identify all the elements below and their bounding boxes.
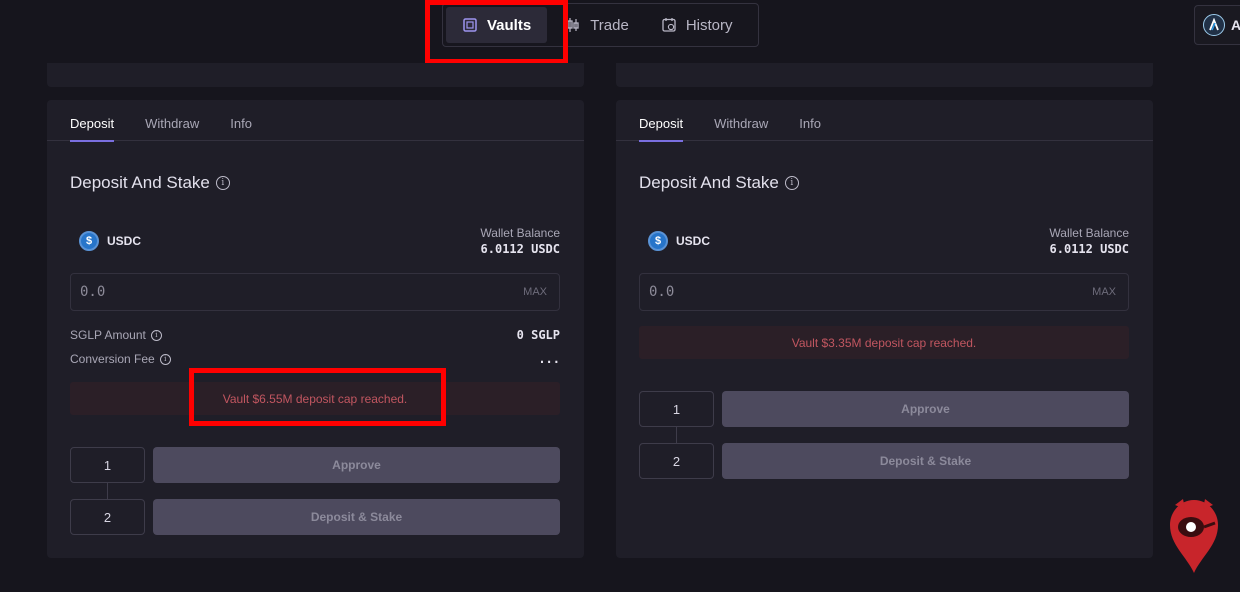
panel-title: Deposit And Stake i	[70, 173, 230, 193]
max-button[interactable]: MAX	[1092, 286, 1116, 298]
wallet-button[interactable]: A	[1194, 5, 1240, 45]
token-selector: $ USDC	[79, 231, 141, 251]
nav-tab-label: History	[685, 16, 733, 34]
sglp-amount-label: SGLP Amount	[70, 328, 146, 342]
panel-title: Deposit And Stake i	[639, 173, 799, 193]
step-connector	[676, 427, 677, 443]
deposit-stake-button[interactable]: Deposit & Stake	[153, 499, 560, 535]
info-icon[interactable]: i	[784, 176, 799, 190]
top-card-strip-right	[616, 63, 1153, 87]
wallet-balance-value: 6.0112 USDC	[480, 242, 560, 256]
panel-tabs: Deposit Withdraw Info	[616, 100, 1153, 142]
deposit-cap-error: Vault $3.35M deposit cap reached.	[639, 326, 1129, 359]
panel-tabs: Deposit Withdraw Info	[47, 100, 584, 142]
arbitrum-icon	[1203, 14, 1225, 36]
tab-info[interactable]: Info	[799, 100, 821, 141]
amount-field: MAX	[70, 273, 560, 311]
info-icon[interactable]: i	[159, 353, 171, 365]
step-1: 1	[70, 447, 145, 483]
nav-tab-label: Trade	[590, 16, 629, 34]
deposit-stake-button[interactable]: Deposit & Stake	[722, 443, 1129, 479]
tab-deposit[interactable]: Deposit	[639, 100, 684, 142]
nav-tab-history[interactable]: History	[645, 7, 749, 43]
usdc-icon: $	[648, 231, 668, 251]
deposit-panel-left: Deposit Withdraw Info Deposit And Stake …	[47, 100, 584, 558]
token-selector: $ USDC	[648, 231, 710, 251]
amount-field: MAX	[639, 273, 1129, 311]
panel-title-text: Deposit And Stake	[639, 173, 779, 192]
panel-title-text: Deposit And Stake	[70, 173, 210, 192]
wallet-balance: Wallet Balance 6.0112 USDC	[480, 226, 560, 256]
deposit-panel-right: Deposit Withdraw Info Deposit And Stake …	[616, 100, 1153, 558]
tab-deposit[interactable]: Deposit	[70, 100, 115, 142]
step-connector	[107, 483, 108, 499]
sglp-amount-row: SGLP Amount i 0 SGLP	[70, 328, 560, 342]
token-label: USDC	[107, 234, 142, 248]
highlight-box-vaults	[425, 0, 568, 64]
wallet-balance-value: 6.0112 USDC	[1049, 242, 1129, 256]
tab-withdraw[interactable]: Withdraw	[714, 100, 768, 141]
location-pin-logo-icon	[1170, 499, 1218, 573]
amount-input[interactable]	[649, 284, 949, 300]
tab-withdraw[interactable]: Withdraw	[145, 100, 199, 141]
wallet-balance: Wallet Balance 6.0112 USDC	[1049, 226, 1129, 256]
wallet-balance-label: Wallet Balance	[1049, 226, 1129, 240]
wallet-balance-label: Wallet Balance	[480, 226, 560, 240]
approve-button[interactable]: Approve	[722, 391, 1129, 427]
history-icon	[662, 18, 676, 32]
step-2: 2	[70, 499, 145, 535]
step-1: 1	[639, 391, 714, 427]
conversion-fee-value: ...	[538, 352, 560, 366]
highlight-box-deposit-cap	[189, 368, 446, 426]
sglp-amount-value: 0 SGLP	[516, 328, 560, 342]
approve-button[interactable]: Approve	[153, 447, 560, 483]
wallet-label: A	[1231, 17, 1240, 33]
conversion-fee-label: Conversion Fee	[70, 352, 155, 366]
tab-info[interactable]: Info	[230, 100, 252, 141]
max-button[interactable]: MAX	[523, 286, 547, 298]
step-2: 2	[639, 443, 714, 479]
token-label: USDC	[676, 234, 711, 248]
usdc-icon: $	[79, 231, 99, 251]
info-icon[interactable]: i	[215, 176, 230, 190]
amount-input[interactable]	[80, 284, 380, 300]
conversion-fee-row: Conversion Fee i ...	[70, 352, 560, 366]
top-card-strip-left	[47, 63, 584, 87]
info-icon[interactable]: i	[150, 329, 162, 341]
